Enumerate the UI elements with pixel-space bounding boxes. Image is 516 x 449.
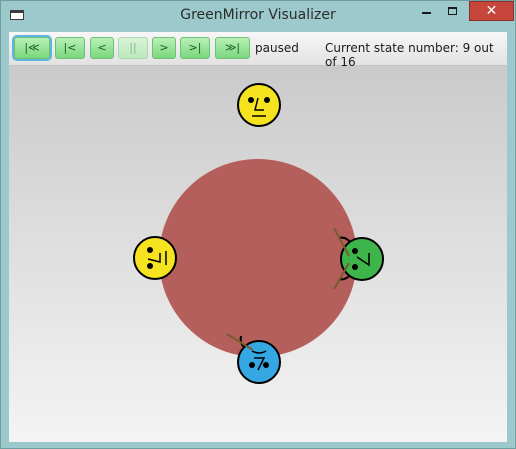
playback-status: paused (255, 41, 299, 55)
step-forward-icon: > (159, 41, 169, 54)
step-back-button[interactable]: < (90, 37, 114, 59)
philosopher-right[interactable] (333, 227, 384, 290)
next-transition-button[interactable]: >| (180, 37, 210, 59)
close-icon: ✕ (485, 3, 498, 19)
first-state-button[interactable]: |≪ (14, 37, 50, 59)
last-state-button[interactable]: ≫| (215, 37, 250, 59)
pause-icon: || (129, 41, 137, 54)
pause-button[interactable]: || (118, 37, 148, 59)
maximize-icon (448, 7, 457, 15)
maximize-button[interactable] (440, 1, 467, 22)
step-forward-button[interactable]: > (152, 37, 176, 59)
minimize-button[interactable] (413, 1, 440, 22)
first-state-icon: |≪ (24, 41, 40, 54)
state-counter: Current state number: 9 out of 16 (325, 41, 494, 69)
title-bar[interactable]: GreenMirror Visualizer ✕ (1, 1, 515, 32)
minimize-icon (422, 12, 431, 14)
playback-toolbar: |≪ |< < || > >| ≫| paused Current state … (9, 32, 507, 69)
step-back-icon: < (97, 41, 107, 54)
next-transition-icon: >| (188, 41, 202, 54)
dining-table (159, 159, 357, 357)
philosopher-left[interactable] (133, 236, 177, 280)
last-state-icon: ≫| (224, 41, 241, 54)
client-area: |≪ |< < || > >| ≫| paused Current state … (9, 32, 507, 442)
previous-transition-icon: |< (63, 41, 77, 54)
close-button[interactable]: ✕ (469, 1, 514, 21)
app-window: GreenMirror Visualizer ✕ |≪ |< < || > >| (0, 0, 516, 449)
visualization-canvas[interactable] (9, 66, 507, 442)
philosopher-top[interactable] (237, 83, 281, 127)
previous-transition-button[interactable]: |< (55, 37, 85, 59)
